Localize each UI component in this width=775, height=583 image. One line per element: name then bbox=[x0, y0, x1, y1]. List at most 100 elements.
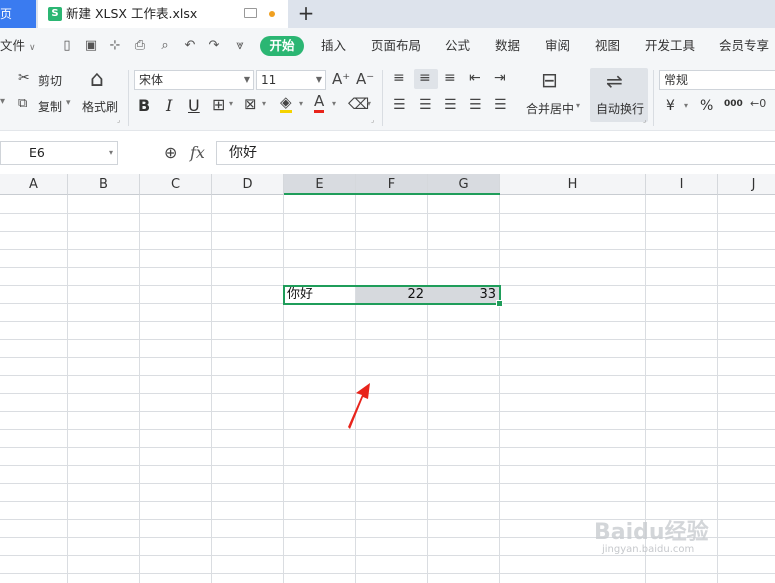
quick-access-dropdown-icon[interactable]: ⩔ bbox=[233, 38, 247, 54]
thousands-format-button[interactable]: 000 bbox=[724, 99, 743, 109]
currency-format-button[interactable]: ¥ bbox=[666, 98, 675, 114]
chevron-down-icon[interactable]: ▾ bbox=[66, 98, 71, 108]
italic-button[interactable]: I bbox=[166, 96, 172, 115]
print-icon[interactable]: ⎙ bbox=[133, 38, 147, 54]
format-painter-icon[interactable]: ⌂ bbox=[90, 68, 104, 92]
spreadsheet-grid[interactable]: A B C D E F G H I J 你好 22 33 Baidu经验 jin… bbox=[0, 174, 775, 583]
chevron-down-icon: ▾ bbox=[108, 148, 113, 157]
gridline-vertical bbox=[427, 195, 428, 583]
font-size-select[interactable]: 11 ▼ bbox=[256, 70, 326, 90]
menu-file[interactable]: 文件 ∨ bbox=[0, 28, 36, 66]
chevron-down-icon[interactable]: ▾ bbox=[684, 101, 688, 110]
chevron-down-icon[interactable]: ▾ bbox=[229, 99, 233, 108]
tab-workbook[interactable]: S 新建 XLSX 工作表.xlsx bbox=[38, 0, 288, 28]
column-header-e[interactable]: E bbox=[284, 174, 356, 195]
gridline-vertical bbox=[67, 195, 68, 583]
align-center-icon[interactable]: ☰ bbox=[419, 97, 432, 113]
column-header-g[interactable]: G bbox=[428, 174, 500, 195]
decrease-font-icon[interactable]: A⁻ bbox=[356, 70, 374, 88]
menu-developer[interactable]: 开发工具 bbox=[645, 28, 695, 64]
cut-button[interactable]: 剪切 bbox=[38, 72, 62, 89]
new-tab-plus-icon[interactable]: + bbox=[296, 3, 316, 23]
column-header-i[interactable]: I bbox=[646, 174, 718, 195]
align-right-icon[interactable]: ☰ bbox=[444, 97, 457, 113]
column-header-f[interactable]: F bbox=[356, 174, 428, 195]
distributed-align-icon[interactable]: ☰ bbox=[494, 97, 507, 113]
formula-input[interactable]: 你好 bbox=[216, 141, 775, 165]
column-header-j[interactable]: J bbox=[718, 174, 775, 195]
menu-home[interactable]: 开始 bbox=[260, 36, 304, 56]
cell-style-icon[interactable]: ⊠ bbox=[244, 95, 257, 113]
align-middle-icon[interactable]: ≡ bbox=[419, 70, 431, 86]
gridline-horizontal bbox=[0, 555, 775, 556]
align-bottom-icon[interactable]: ≡ bbox=[444, 70, 456, 86]
menu-bar: 文件 ∨ ▯ ▣ ⊹ ⎙ ⌕ ↶ ↷ ⩔ 开始 插入 页面布局 公式 数据 审阅… bbox=[0, 28, 775, 64]
chevron-down-icon: ▼ bbox=[315, 75, 322, 84]
menu-insert[interactable]: 插入 bbox=[321, 28, 346, 64]
chevron-down-icon[interactable]: ▾ bbox=[367, 99, 371, 108]
menu-view[interactable]: 视图 bbox=[595, 28, 620, 64]
border-icon[interactable]: ⊞ bbox=[212, 95, 225, 114]
redo-icon[interactable]: ↷ bbox=[207, 38, 221, 54]
bold-button[interactable]: B bbox=[138, 96, 150, 115]
menu-member[interactable]: 会员专享 bbox=[719, 28, 769, 64]
gridline-horizontal bbox=[0, 429, 775, 430]
align-left-icon[interactable]: ☰ bbox=[393, 97, 406, 113]
print-preview-icon[interactable]: ⌕ bbox=[158, 38, 172, 54]
group-expand-icon[interactable]: ⌟ bbox=[371, 116, 374, 124]
justify-icon[interactable]: ☰ bbox=[469, 97, 482, 113]
indent-decrease-icon[interactable]: ⇤ bbox=[469, 70, 481, 86]
merge-center-icon[interactable]: ⊟ bbox=[541, 69, 558, 91]
tab-home[interactable]: 页 bbox=[0, 0, 36, 28]
gridline-horizontal bbox=[0, 465, 775, 466]
column-header-a[interactable]: A bbox=[0, 174, 68, 195]
column-header-b[interactable]: B bbox=[68, 174, 140, 195]
chevron-down-icon[interactable]: ▾ bbox=[299, 99, 303, 108]
wrap-text-icon[interactable]: ⇌ bbox=[606, 70, 623, 92]
column-header-d[interactable]: D bbox=[212, 174, 284, 195]
scissors-icon[interactable]: ✂ bbox=[18, 70, 30, 86]
align-top-icon[interactable]: ≡ bbox=[393, 70, 405, 86]
gridline-horizontal bbox=[0, 321, 775, 322]
fill-handle[interactable] bbox=[496, 300, 503, 307]
number-format-select[interactable]: 常规 bbox=[659, 70, 775, 90]
group-expand-icon[interactable]: ⌟ bbox=[117, 116, 120, 124]
chevron-down-icon[interactable]: ▾ bbox=[576, 101, 580, 110]
undo-icon[interactable]: ↶ bbox=[183, 38, 197, 54]
decimal-increase-icon[interactable]: ←0 bbox=[750, 97, 766, 110]
gridline-horizontal bbox=[0, 573, 775, 574]
menu-formula[interactable]: 公式 bbox=[445, 28, 470, 64]
gridline-horizontal bbox=[0, 393, 775, 394]
monitor-icon[interactable] bbox=[244, 8, 257, 18]
font-name-select[interactable]: 宋体 ▼ bbox=[134, 70, 254, 90]
menu-data[interactable]: 数据 bbox=[495, 28, 520, 64]
chevron-down-icon[interactable]: ▾ bbox=[262, 99, 266, 108]
copy-icon[interactable]: ⧉ bbox=[18, 96, 27, 111]
name-box[interactable]: E6 ▾ bbox=[0, 141, 118, 165]
underline-button[interactable]: U bbox=[188, 96, 200, 115]
increase-font-icon[interactable]: A⁺ bbox=[332, 70, 350, 88]
menu-review[interactable]: 审阅 bbox=[545, 28, 570, 64]
menu-page-layout[interactable]: 页面布局 bbox=[371, 28, 421, 64]
chevron-down-icon[interactable]: ▾ bbox=[0, 96, 5, 107]
column-header-h[interactable]: H bbox=[500, 174, 646, 195]
fill-color-icon[interactable]: ◈ bbox=[280, 94, 292, 113]
font-color-icon[interactable]: A bbox=[314, 93, 325, 113]
indent-increase-icon[interactable]: ⇥ bbox=[494, 70, 506, 86]
merge-center-button[interactable]: 合并居中 bbox=[526, 100, 574, 117]
percent-format-button[interactable]: % bbox=[700, 98, 713, 114]
fx-button[interactable]: fx bbox=[190, 143, 205, 162]
chevron-down-icon[interactable]: ▾ bbox=[332, 99, 336, 108]
wrap-text-button[interactable]: 自动换行 bbox=[596, 100, 644, 117]
group-expand-icon[interactable]: ⌟ bbox=[643, 116, 646, 124]
save-icon[interactable]: ▣ bbox=[84, 38, 98, 54]
gridline-vertical bbox=[499, 195, 500, 583]
column-header-c[interactable]: C bbox=[140, 174, 212, 195]
new-doc-icon[interactable]: ▯ bbox=[60, 38, 74, 54]
copy-button[interactable]: 复制 bbox=[38, 98, 62, 115]
share-icon[interactable]: ⊹ bbox=[108, 38, 122, 54]
gridline-horizontal bbox=[0, 213, 775, 214]
format-painter-button[interactable]: 格式刷 bbox=[82, 98, 118, 115]
red-arrow-annotation bbox=[348, 383, 370, 429]
zoom-search-icon[interactable]: ⊕ bbox=[164, 144, 177, 162]
